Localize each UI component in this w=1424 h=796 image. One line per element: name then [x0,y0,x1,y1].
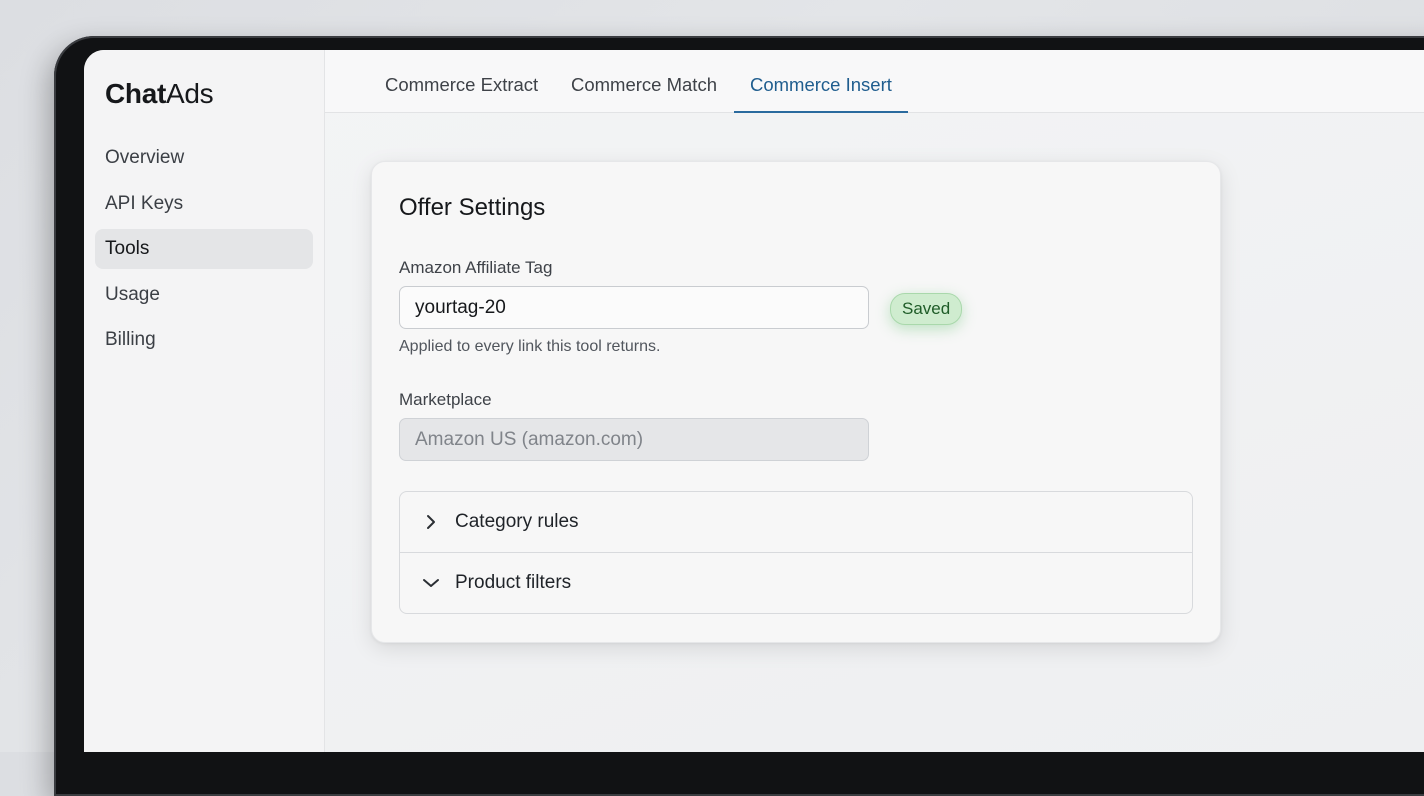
tab-bar: Commerce Extract Commerce Match Commerce… [325,50,1424,113]
accordion-category-rules[interactable]: Category rules [400,492,1192,552]
offer-settings-card: Offer Settings Amazon Affiliate Tag Save… [371,161,1221,643]
marketplace-label: Marketplace [399,390,492,409]
accordion-label: Product filters [455,572,572,593]
sidebar-nav: Overview API Keys Tools Usage Billing [95,138,313,366]
brand-name-bold: Chat [105,78,167,109]
saved-status-badge: Saved [890,293,963,325]
affiliate-tag-label: Amazon Affiliate Tag [399,258,553,277]
tab-commerce-insert[interactable]: Commerce Insert [734,50,908,113]
brand-name-light: Ads [166,78,214,109]
app-window: ChatAds Overview API Keys Tools Usage Bi… [84,50,1424,752]
tab-commerce-match[interactable]: Commerce Match [555,50,733,112]
sidebar-item-overview[interactable]: Overview [95,138,313,178]
tab-commerce-extract[interactable]: Commerce Extract [369,50,554,112]
sidebar-item-api-keys[interactable]: API Keys [95,184,313,224]
settings-accordion: Category rules Product filters [399,491,1193,614]
marketplace-field [399,418,869,461]
affiliate-tag-input[interactable] [399,286,869,329]
accordion-product-filters[interactable]: Product filters [400,552,1192,613]
card-title: Offer Settings [399,194,546,221]
main-content: Commerce Extract Commerce Match Commerce… [325,50,1424,752]
sidebar-item-usage[interactable]: Usage [95,275,313,315]
sidebar-item-tools[interactable]: Tools [95,229,313,269]
chevron-right-icon [422,513,440,531]
affiliate-tag-help-text: Applied to every link this tool returns. [399,338,661,355]
brand-logo: ChatAds [105,78,214,110]
sidebar: ChatAds Overview API Keys Tools Usage Bi… [84,50,325,752]
chevron-down-icon [422,574,440,592]
accordion-label: Category rules [455,511,579,532]
sidebar-item-billing[interactable]: Billing [95,320,313,360]
